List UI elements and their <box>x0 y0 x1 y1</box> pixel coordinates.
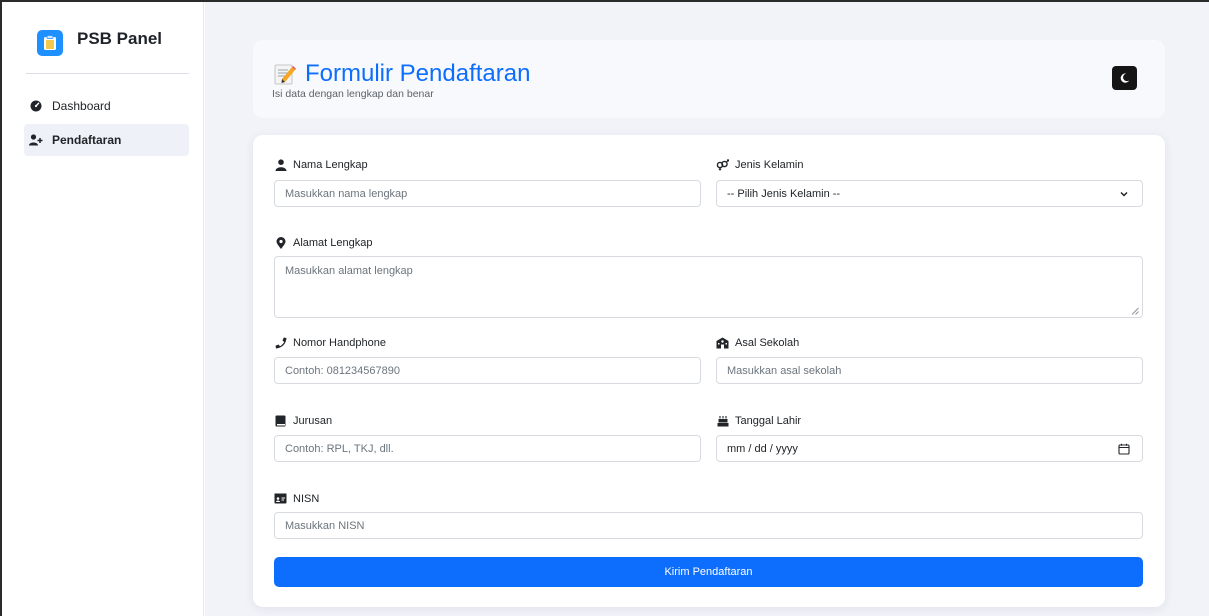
birthday-cake-icon <box>716 414 729 427</box>
brand[interactable]: PSB Panel <box>37 29 163 56</box>
book-icon <box>274 414 287 427</box>
sidebar-item-pendaftaran[interactable]: Pendaftaran <box>24 124 189 156</box>
phone-icon <box>274 336 287 349</box>
nama-label: Nama Lengkap <box>274 158 368 171</box>
sidebar-divider <box>26 73 189 74</box>
tanggal-lahir-label: Tanggal Lahir <box>716 414 801 427</box>
sidebar-item-label: Dashboard <box>52 99 111 113</box>
sidebar-item-label: Pendaftaran <box>52 133 122 147</box>
nisn-input[interactable]: Masukkan NISN <box>274 512 1143 539</box>
alamat-textarea[interactable]: Masukkan alamat lengkap <box>274 256 1143 318</box>
submit-button[interactable]: Kirim Pendaftaran <box>274 557 1143 587</box>
nisn-label: NISN <box>274 492 319 505</box>
tanggal-lahir-input[interactable]: mm / dd / yyyy <box>716 435 1143 462</box>
school-icon <box>716 336 729 349</box>
jenis-kelamin-select[interactable]: -- Pilih Jenis Kelamin -- <box>716 180 1143 207</box>
hp-input[interactable]: Contoh: 081234567890 <box>274 357 701 384</box>
gauge-icon <box>29 99 43 113</box>
theme-toggle-button[interactable] <box>1112 66 1137 90</box>
chevron-down-icon <box>1118 188 1130 200</box>
sidebar: PSB Panel Dashboard Pendaftaran <box>2 2 204 616</box>
user-plus-icon <box>29 133 43 147</box>
page-title-text: Formulir Pendaftaran <box>305 60 531 87</box>
map-marker-icon <box>274 236 287 249</box>
calendar-icon[interactable] <box>1118 443 1130 455</box>
id-card-icon <box>274 492 287 505</box>
hp-label: Nomor Handphone <box>274 336 386 349</box>
moon-icon <box>1120 73 1130 83</box>
main-content: Formulir Pendaftaran Isi data dengan len… <box>205 2 1209 616</box>
user-icon <box>274 158 287 171</box>
page-subtitle: Isi data dengan lengkap dan benar <box>272 88 434 100</box>
clipboard-icon <box>37 30 63 56</box>
resize-grip-icon[interactable] <box>1131 306 1139 315</box>
page-header: Formulir Pendaftaran Isi data dengan len… <box>253 40 1165 118</box>
asal-sekolah-input[interactable]: Masukkan asal sekolah <box>716 357 1143 384</box>
nama-input[interactable]: Masukkan nama lengkap <box>274 180 701 207</box>
asal-sekolah-label: Asal Sekolah <box>716 336 799 349</box>
sidebar-item-dashboard[interactable]: Dashboard <box>24 90 189 122</box>
jenis-kelamin-label: Jenis Kelamin <box>716 158 803 171</box>
registration-form: Nama Lengkap Masukkan nama lengkap Jenis… <box>253 135 1165 607</box>
memo-icon <box>273 62 297 86</box>
alamat-label: Alamat Lengkap <box>274 236 373 249</box>
brand-title: PSB Panel <box>77 29 163 48</box>
venus-mars-icon <box>716 158 729 171</box>
jurusan-label: Jurusan <box>274 414 332 427</box>
page-title: Formulir Pendaftaran <box>273 60 530 88</box>
jurusan-input[interactable]: Contoh: RPL, TKJ, dll. <box>274 435 701 462</box>
